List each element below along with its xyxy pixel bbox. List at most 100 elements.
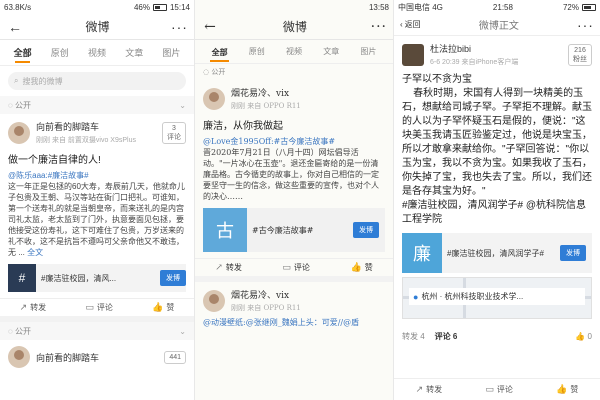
thumbs-up-icon: 👍 (575, 331, 588, 341)
post-card: 向前看的脚踏车 441 (0, 340, 194, 374)
like-button[interactable]: 👍 赞 (556, 384, 578, 395)
lock-icon: ◌ (8, 100, 15, 110)
tab-image[interactable]: 图片 (350, 39, 387, 65)
repost-button[interactable]: ↗ 转发 (20, 302, 47, 313)
like-button[interactable]: 👍 赞 (350, 262, 372, 273)
status-time: 15:14 (169, 2, 190, 12)
like-label: 赞 (166, 303, 175, 312)
comment-label: 评论 (96, 303, 113, 312)
chevron-left-icon: ‹ (400, 20, 403, 29)
chevron-down-icon[interactable]: ⌄ (179, 327, 186, 336)
thumbs-up-icon: 👍 (350, 262, 362, 273)
comment-button[interactable]: ▭ 评论 (282, 262, 310, 273)
avatar[interactable] (402, 43, 424, 66)
comment-icon: ▭ (85, 302, 94, 312)
search-placeholder: 搜我的微博 (22, 76, 63, 86)
comment-icon: ▭ (282, 262, 291, 273)
back-arrow-icon[interactable]: ← (201, 19, 219, 35)
status-battery: 72% (562, 2, 579, 12)
more-icon[interactable]: ··· (371, 19, 387, 35)
tab-all[interactable]: 全部 (4, 40, 41, 66)
back-arrow-icon[interactable]: ← (6, 19, 24, 35)
back-button[interactable]: ‹ 返回 (400, 19, 421, 30)
location-label[interactable]: ● 杭州 · 杭州科技职业技术学... (409, 288, 585, 305)
search-input[interactable]: ⌕ 搜我的微博 (8, 72, 186, 90)
visibility-section: ◌ 公开 (195, 64, 393, 80)
page-title: 微博 (85, 20, 110, 34)
read-more-link[interactable]: 全文 (27, 248, 43, 257)
section-label: 公开 (14, 100, 31, 110)
action-bar: ↗ 转发 ▭ 评论 👍 赞 (0, 298, 194, 322)
topic-card[interactable]: 廉 #廉洁驻校园，清风润学子# 发博 (402, 233, 592, 273)
tab-original[interactable]: 原创 (238, 39, 275, 65)
weibo-detail-panel: 中国电信 4G 21:58 72% ‹ 返回 微博正文 ··· 杜法拉bibi 6… (394, 0, 600, 400)
comment-count-badge[interactable]: 3 评论 (162, 121, 186, 144)
battery-icon (581, 3, 596, 11)
post-body: 这一年正是包拯的60大寿，寿辰前几天，他就命儿子包贵及王朝、马汉等站在衙门口把礼… (8, 182, 185, 257)
tab-image[interactable]: 图片 (153, 40, 190, 66)
tab-video[interactable]: 视频 (78, 40, 115, 66)
filter-tabs: 全部 原创 视频 文章 图片 (195, 40, 393, 64)
tab-original[interactable]: 原创 (41, 40, 78, 66)
like-count-tab[interactable]: 👍 0 (575, 332, 592, 341)
visibility-section: ◌ 公开 ⌄ (0, 96, 194, 114)
chevron-down-icon[interactable]: ⌄ (179, 101, 186, 110)
avatar[interactable] (203, 289, 225, 312)
like-label: 赞 (570, 385, 579, 394)
user-name[interactable]: 向前看的脚踏车 (36, 120, 136, 133)
screenshot-collage: 63.8K/s 46% 15:14 ← 微博 ··· 全部 原创 视频 文章 图… (0, 0, 600, 400)
fans-count-badge[interactable]: 216 粉丝 (568, 43, 592, 66)
lock-icon: ◌ (8, 326, 15, 336)
post-meta: 6-6 20:39 来自iPhone客户端 (430, 59, 519, 66)
comment-count-badge[interactable]: 441 (164, 350, 186, 364)
more-icon[interactable]: ··· (171, 19, 188, 35)
post-button[interactable]: 发博 (160, 270, 186, 286)
topic-card[interactable]: 古 #古今廉洁故事# 发博 (203, 208, 385, 252)
like-button[interactable]: 👍 赞 (152, 302, 174, 313)
user-name[interactable]: 向前看的脚踏车 (36, 351, 99, 364)
more-icon[interactable]: ··· (577, 17, 594, 33)
repost-count-tab[interactable]: 转发 4 (402, 331, 425, 342)
user-name[interactable]: 烟花易冷、vix (231, 86, 301, 99)
user-name[interactable]: 烟花易冷、vix (231, 288, 301, 301)
tab-article[interactable]: 文章 (313, 39, 350, 65)
repost-button[interactable]: ↗ 转发 (416, 384, 443, 395)
status-net: 4G (432, 2, 443, 12)
post-title: 廉洁，从你我做起 (203, 121, 283, 132)
comment-button[interactable]: ▭ 评论 (85, 302, 113, 313)
post-header: 杜法拉bibi 6-6 20:39 来自iPhone客户端 216 粉丝 (394, 36, 600, 73)
back-label: 返回 (404, 20, 421, 29)
filter-tabs: 全部 原创 视频 文章 图片 (0, 40, 194, 66)
nav-bar: ← 微博 ··· (0, 14, 194, 40)
post-card: 烟花易冷、vix 刚刚 来自 OPPO R11 廉洁，从你我做起 @Love金1… (195, 80, 393, 258)
repost-label: 转发 (426, 385, 443, 394)
avatar[interactable] (203, 87, 225, 110)
post-card: 烟花易冷、vix 刚刚 来自 OPPO R11 @动漫壁纸:@张继刚_魏娟上头：… (195, 282, 393, 334)
post-button[interactable]: 发博 (353, 222, 379, 238)
user-name[interactable]: 杜法拉bibi (430, 42, 518, 55)
topic-link[interactable]: @Love金1995Off:#古今廉洁故事# (203, 137, 335, 146)
topic-links[interactable]: #廉洁驻校园，清风润学子# @杭科院信息工程学院 (394, 199, 600, 227)
tab-article[interactable]: 文章 (116, 40, 153, 66)
post-button[interactable]: 发博 (560, 245, 586, 261)
card-image: 古 (203, 208, 247, 252)
repost-icon: ↗ (415, 384, 424, 394)
avatar[interactable] (8, 346, 30, 368)
repost-label: 转发 (225, 263, 242, 272)
topic-card[interactable]: # #廉洁驻校园，清风... 发博 (8, 264, 186, 292)
comment-button[interactable]: ▭ 评论 (485, 384, 513, 395)
status-net: 63.8K/s (4, 2, 32, 12)
thumbs-up-icon: 👍 (152, 302, 164, 312)
topic-link[interactable]: @动漫壁纸:@张继刚_魏娟上头：可爱//@盾 (203, 318, 359, 327)
repost-icon: ↗ (215, 262, 223, 273)
battery-icon (152, 3, 167, 11)
tab-video[interactable]: 视频 (275, 39, 312, 65)
avatar[interactable] (8, 121, 30, 144)
topic-link[interactable]: @陈乐aaa:#廉洁故事# (8, 171, 89, 180)
like-count: 0 (587, 331, 592, 341)
repost-button[interactable]: ↗ 转发 (215, 262, 242, 273)
tab-all[interactable]: 全部 (201, 39, 238, 65)
weibo-list-panel: 63.8K/s 46% 15:14 ← 微博 ··· 全部 原创 视频 文章 图… (0, 0, 194, 400)
comment-count-tab[interactable]: 评论 6 (435, 331, 458, 342)
location-map[interactable]: ● 杭州 · 杭州科技职业技术学... (402, 277, 592, 319)
